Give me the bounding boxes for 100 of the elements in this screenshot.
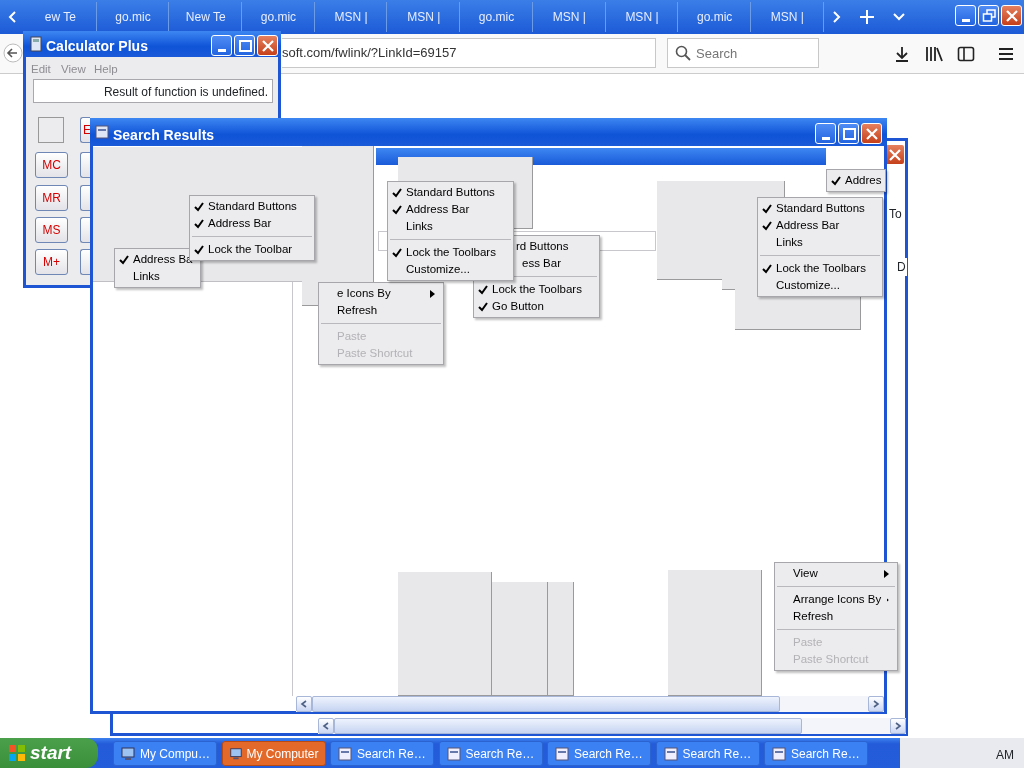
menu-item[interactable]: Refresh <box>319 302 443 319</box>
window-icon <box>337 745 353 762</box>
window-icon <box>554 745 570 762</box>
taskbar-button[interactable]: Search Re… <box>330 741 434 766</box>
minimize-icon <box>217 48 226 52</box>
indicator-box <box>38 117 64 143</box>
browser-tab[interactable]: go.mic <box>679 2 751 32</box>
close-button[interactable] <box>257 35 278 56</box>
close-button[interactable] <box>861 123 882 144</box>
menu-item[interactable]: Links <box>758 234 882 251</box>
menu-item[interactable]: Address Bar <box>388 201 513 218</box>
close-icon <box>260 38 275 53</box>
menu-item[interactable]: Arrange Icons By <box>775 591 897 608</box>
menu-item[interactable]: Standard Buttons <box>190 198 314 215</box>
calculator-icon <box>30 36 42 52</box>
close-icon <box>1004 8 1019 23</box>
window-icon <box>771 745 787 762</box>
menu-item[interactable]: Go Button <box>474 298 599 315</box>
address-field[interactable]: soft.com/fwlink/?LinkId=69157 <box>282 38 656 68</box>
taskbar-button[interactable]: My Computer <box>221 741 326 766</box>
taskbar-button[interactable]: My Compu… <box>113 741 217 766</box>
menu-item[interactable]: Links <box>115 268 201 285</box>
calculator-button[interactable] <box>80 152 90 178</box>
column-header: D <box>896 258 907 276</box>
scroll-thumb[interactable] <box>334 718 802 734</box>
calculator-display: Result of function is undefined. <box>33 79 273 103</box>
browser-tab[interactable]: MSN | <box>606 2 679 32</box>
menu-item[interactable]: Lock the Toolbars <box>474 281 599 298</box>
sidebar-icon[interactable] <box>957 46 975 62</box>
back-icon[interactable] <box>3 43 23 63</box>
menu-item[interactable]: Lock the Toolbars <box>758 260 882 277</box>
calculator-button[interactable] <box>80 249 90 275</box>
close-button[interactable] <box>1001 5 1022 26</box>
minimize-button[interactable] <box>211 35 232 56</box>
new-tab-icon[interactable] <box>859 9 875 25</box>
taskbar-button[interactable]: Search Re… <box>547 741 651 766</box>
scroll-left-icon[interactable] <box>7 10 19 24</box>
menu-item[interactable]: e Icons By <box>319 285 443 302</box>
scrollbar[interactable] <box>296 696 884 712</box>
taskbar-button[interactable]: Search Re… <box>438 741 543 766</box>
calculator-button[interactable]: M+ <box>35 249 68 275</box>
scroll-left-button[interactable] <box>318 718 334 734</box>
search-field[interactable]: Search <box>667 38 819 68</box>
calculator-button[interactable] <box>80 185 90 211</box>
browser-tab[interactable]: MSN | <box>752 2 824 32</box>
minimize-icon <box>821 136 830 140</box>
calculator-button[interactable]: MC <box>35 152 68 178</box>
window-icon <box>662 745 679 762</box>
minimize-button[interactable] <box>955 5 976 26</box>
start-button[interactable]: start <box>0 738 98 768</box>
minimize-icon <box>961 18 970 22</box>
scroll-right-button[interactable] <box>890 718 906 734</box>
menu-item[interactable]: Addres <box>827 172 885 189</box>
scroll-left-button[interactable] <box>296 696 312 712</box>
tab-list-icon[interactable] <box>892 12 906 22</box>
restore-button[interactable] <box>978 5 999 26</box>
menu-item[interactable]: Refresh <box>775 608 897 625</box>
scroll-right-icon[interactable] <box>831 10 843 24</box>
maximize-icon <box>841 126 856 141</box>
maximize-icon <box>237 38 252 53</box>
calculator-button[interactable]: MS <box>35 217 68 243</box>
menu-icon[interactable] <box>998 47 1014 61</box>
minimize-button[interactable] <box>815 123 836 144</box>
close-icon <box>864 126 879 141</box>
submenu-arrow-icon <box>430 289 435 298</box>
window-icon <box>95 125 109 139</box>
computer-icon <box>120 745 136 762</box>
scroll-right-button[interactable] <box>868 696 884 712</box>
menu-item[interactable]: Address Bar <box>758 217 882 234</box>
taskbar-button[interactable]: Search Re… <box>764 741 868 766</box>
browser-tab[interactable]: MSN | <box>388 2 461 32</box>
menu-item[interactable]: Customize... <box>388 261 513 278</box>
maximize-button[interactable] <box>838 123 859 144</box>
toolbar-label: To <box>889 206 902 223</box>
menu-item[interactable]: Customize... <box>758 277 882 294</box>
menu-item[interactable]: View <box>775 565 897 582</box>
download-icon[interactable] <box>893 45 911 63</box>
scrollbar[interactable] <box>318 718 906 734</box>
clock: AM <box>996 747 1014 764</box>
library-icon[interactable] <box>924 45 944 63</box>
maximize-button[interactable] <box>234 35 255 56</box>
menu-item[interactable]: Address Bar <box>190 215 314 232</box>
menu-item[interactable]: Links <box>388 218 513 235</box>
calculator-button[interactable] <box>80 217 90 243</box>
computer-icon <box>228 745 243 762</box>
window-icon <box>445 745 462 762</box>
close-icon <box>887 147 902 162</box>
browser-tab[interactable]: MSN | <box>533 2 606 32</box>
search-icon <box>675 45 691 61</box>
taskbar-button[interactable]: Search Re… <box>655 741 760 766</box>
scroll-thumb[interactable] <box>312 696 780 712</box>
menu-item[interactable]: Standard Buttons <box>758 200 882 217</box>
menu-item[interactable]: Standard Buttons <box>388 184 513 201</box>
browser-tab[interactable]: go.mic <box>461 2 533 32</box>
menu-item[interactable]: Lock the Toolbar <box>190 241 314 258</box>
window-title: Search Results <box>113 126 215 145</box>
browser-tab[interactable]: MSN | <box>315 2 388 32</box>
calculator-button[interactable]: MR <box>35 185 68 211</box>
submenu-arrow-icon <box>884 569 889 578</box>
menu-item[interactable]: Lock the Toolbars <box>388 244 513 261</box>
